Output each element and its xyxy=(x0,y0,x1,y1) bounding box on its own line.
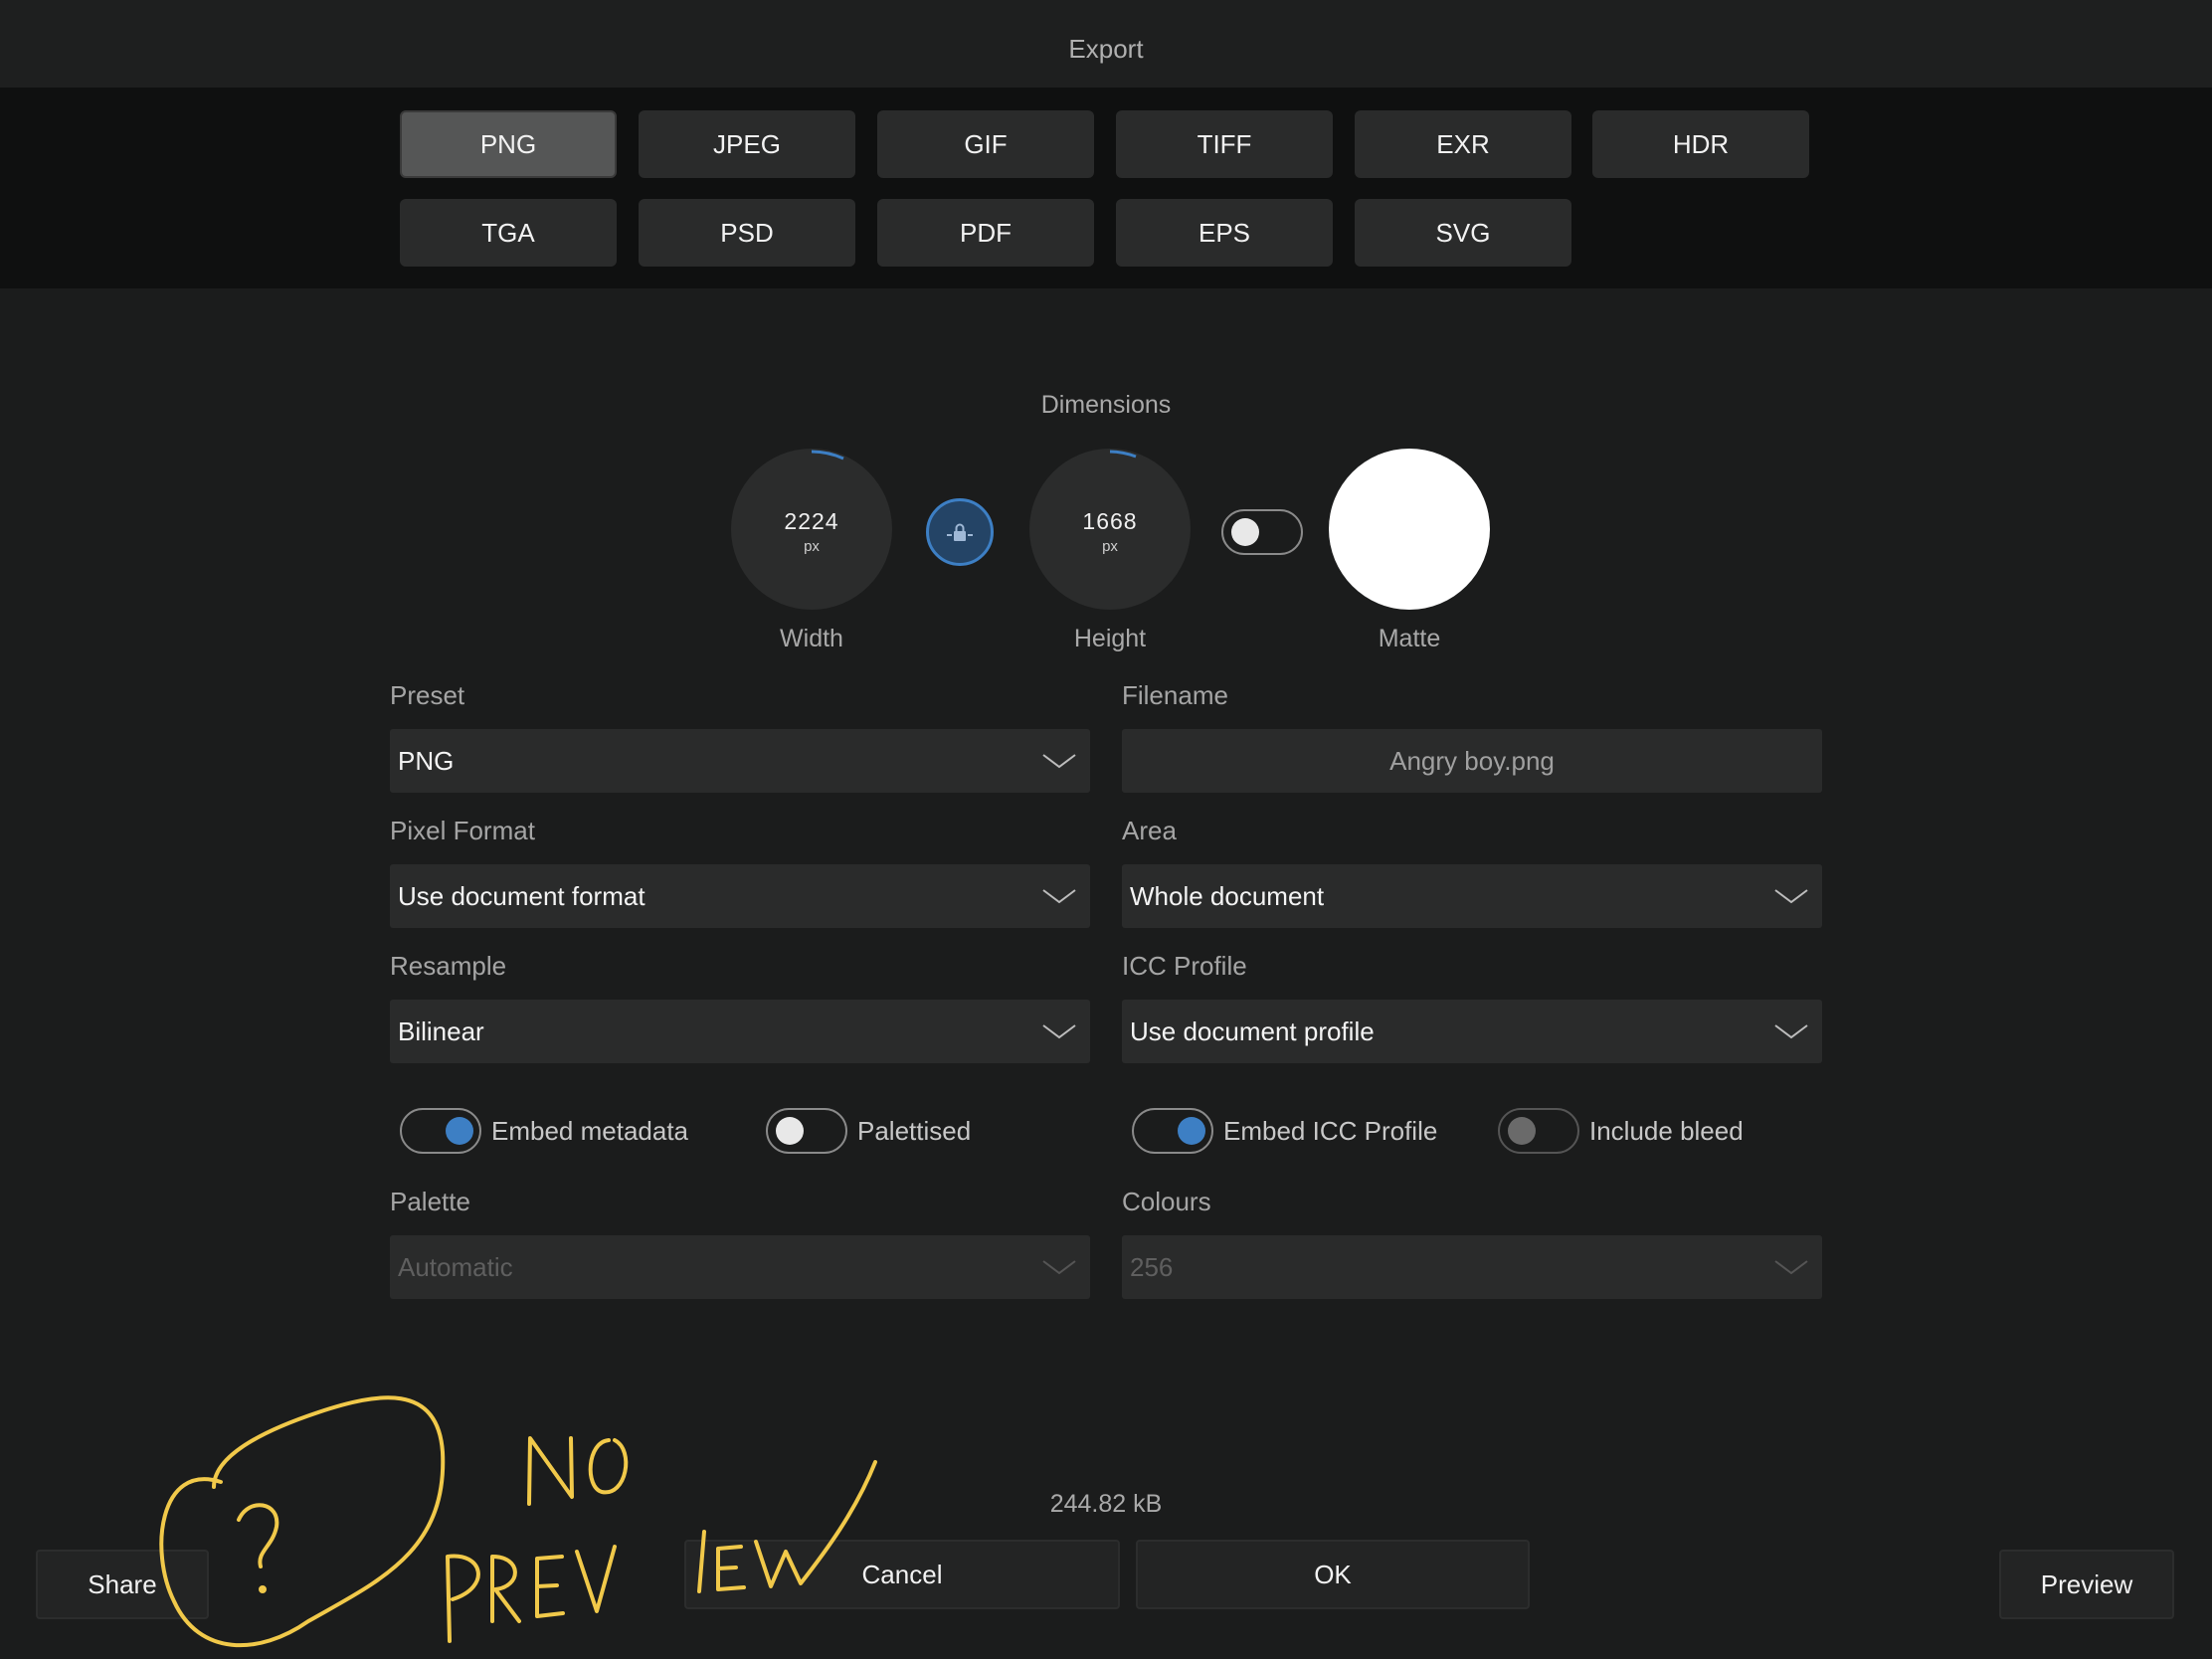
palettised-label: Palettised xyxy=(857,1116,972,1146)
area-label: Area xyxy=(1122,816,1177,845)
dialog-title: Export xyxy=(1068,34,1144,64)
palettised-toggle[interactable] xyxy=(766,1108,847,1154)
filename-value: Angry boy.png xyxy=(1389,746,1555,776)
chevron-down-icon xyxy=(1042,754,1076,769)
width-value: 2224 xyxy=(784,508,839,534)
icc-profile-label: ICC Profile xyxy=(1122,951,1247,981)
chevron-down-icon xyxy=(1042,889,1076,904)
chevron-down-icon xyxy=(1774,889,1808,904)
format-tiff-button[interactable]: TIFF xyxy=(1116,110,1333,178)
ok-button[interactable]: OK xyxy=(1136,1540,1530,1609)
colours-label: Colours xyxy=(1122,1187,1211,1216)
pixel-format-label: Pixel Format xyxy=(390,816,535,845)
include-bleed-toggle[interactable] xyxy=(1498,1108,1579,1154)
resample-label: Resample xyxy=(390,951,507,981)
area-value: Whole document xyxy=(1130,881,1325,911)
embed-icc-knob xyxy=(1178,1117,1205,1145)
matte-toggle[interactable] xyxy=(1221,509,1303,555)
include-bleed-label: Include bleed xyxy=(1589,1116,1744,1146)
palette-label: Palette xyxy=(390,1187,470,1216)
cancel-button[interactable]: Cancel xyxy=(684,1540,1120,1609)
embed-metadata-label: Embed metadata xyxy=(491,1116,689,1146)
palettised-knob xyxy=(776,1117,804,1145)
preset-value: PNG xyxy=(398,746,455,776)
resample-select[interactable]: Bilinear xyxy=(390,1000,1090,1063)
pixel-format-select[interactable]: Use document format xyxy=(390,864,1090,928)
width-label: Width xyxy=(780,625,843,652)
chevron-down-icon xyxy=(1042,1260,1076,1275)
include-bleed-knob xyxy=(1508,1117,1536,1145)
height-unit: px xyxy=(1102,538,1118,555)
width-dial[interactable]: 2224 px xyxy=(731,449,892,610)
format-svg-button[interactable]: SVG xyxy=(1355,199,1571,267)
pixel-format-value: Use document format xyxy=(398,881,645,911)
palette-value: Automatic xyxy=(398,1252,513,1282)
format-pdf-button[interactable]: PDF xyxy=(877,199,1094,267)
width-unit: px xyxy=(804,538,820,555)
filename-input[interactable]: Angry boy.png xyxy=(1122,729,1822,793)
palette-select: Automatic xyxy=(390,1235,1090,1299)
height-dial[interactable]: 1668 px xyxy=(1029,449,1191,610)
resample-value: Bilinear xyxy=(398,1016,484,1046)
format-jpeg-button[interactable]: JPEG xyxy=(639,110,855,178)
height-value: 1668 xyxy=(1082,508,1138,534)
lock-icon[interactable] xyxy=(926,498,994,566)
format-psd-button[interactable]: PSD xyxy=(639,199,855,267)
format-png-button[interactable]: PNG xyxy=(400,110,617,178)
chevron-down-icon xyxy=(1774,1024,1808,1039)
matte-swatch[interactable] xyxy=(1329,449,1490,610)
format-bar: PNG JPEG GIF TIFF EXR HDR TGA PSD PDF EP… xyxy=(0,88,2212,288)
icc-profile-select[interactable]: Use document profile xyxy=(1122,1000,1822,1063)
embed-icc-label: Embed ICC Profile xyxy=(1223,1116,1438,1146)
area-select[interactable]: Whole document xyxy=(1122,864,1822,928)
chevron-down-icon xyxy=(1774,1260,1808,1275)
preview-button[interactable]: Preview xyxy=(1999,1550,2174,1619)
format-gif-button[interactable]: GIF xyxy=(877,110,1094,178)
format-tga-button[interactable]: TGA xyxy=(400,199,617,267)
file-size: 244.82 kB xyxy=(1049,1490,1163,1518)
format-exr-button[interactable]: EXR xyxy=(1355,110,1571,178)
icc-profile-value: Use document profile xyxy=(1130,1016,1375,1046)
preset-select[interactable]: PNG xyxy=(390,729,1090,793)
format-hdr-button[interactable]: HDR xyxy=(1592,110,1809,178)
colours-value: 256 xyxy=(1130,1252,1174,1282)
colours-select: 256 xyxy=(1122,1235,1822,1299)
filename-label: Filename xyxy=(1122,680,1228,710)
format-eps-button[interactable]: EPS xyxy=(1116,199,1333,267)
matte-toggle-knob xyxy=(1231,518,1259,546)
embed-metadata-knob xyxy=(446,1117,473,1145)
chevron-down-icon xyxy=(1042,1024,1076,1039)
embed-metadata-toggle[interactable] xyxy=(400,1108,481,1154)
share-button[interactable]: Share xyxy=(36,1550,209,1619)
height-label: Height xyxy=(1073,625,1147,652)
matte-label: Matte xyxy=(1378,625,1441,652)
embed-icc-toggle[interactable] xyxy=(1132,1108,1213,1154)
dimensions-title: Dimensions xyxy=(1040,391,1172,419)
preset-label: Preset xyxy=(390,680,465,710)
